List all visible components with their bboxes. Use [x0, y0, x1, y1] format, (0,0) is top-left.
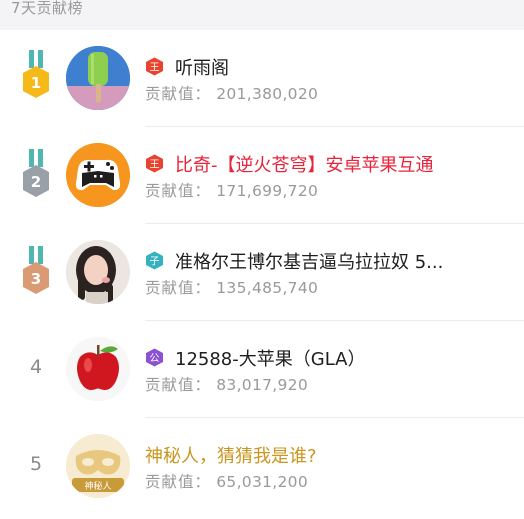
leaderboard-header: 7天贡献榜: [0, 0, 524, 30]
gamepad-avatar[interactable]: [66, 143, 130, 207]
contribution-text: 贡献值： 65,031,200: [145, 473, 308, 491]
medal-number: 1: [31, 74, 41, 92]
king-level-badge-icon: 王: [146, 57, 163, 76]
mask-avatar[interactable]: 神秘人: [66, 434, 130, 498]
contribution-text: 贡献值： 83,017,920: [145, 376, 308, 394]
contribution-value: 201,380,020: [216, 85, 319, 103]
leaderboard-row[interactable]: 3 子 准格尔王博尔基吉逼乌拉拉奴 5... 贡献值： 135,485,740: [0, 224, 524, 321]
bronze-medal-icon: 3: [23, 246, 49, 294]
svg-text:王: 王: [150, 63, 160, 74]
contribution-value: 83,017,920: [216, 376, 308, 394]
contribution-text: 贡献值： 201,380,020: [145, 85, 319, 103]
svg-text:王: 王: [150, 160, 160, 171]
medal-number: 3: [31, 270, 41, 288]
svg-text:公: 公: [150, 354, 160, 365]
leaderboard-row[interactable]: 2 王 比奇-【逆火苍穹】安卓苹果互通 贡献值： 171,699,720: [0, 127, 524, 224]
contribution-text: 贡献值： 135,485,740: [145, 279, 319, 297]
medal-number: 2: [31, 173, 41, 191]
leaderboard-title: 7天贡献榜: [11, 0, 84, 17]
apple-avatar[interactable]: [66, 337, 130, 401]
duke-level-badge-icon: 公: [146, 348, 163, 367]
member-name[interactable]: 比奇-【逆火苍穹】安卓苹果互通: [175, 151, 434, 177]
rank-number: 5: [29, 453, 43, 475]
contribution-text: 贡献值： 171,699,720: [145, 182, 319, 200]
rank-number: 4: [29, 356, 43, 378]
svg-text:子: 子: [150, 256, 160, 268]
girl-photo-avatar[interactable]: [66, 240, 130, 304]
popsicle-avatar[interactable]: [66, 46, 130, 110]
contribution-value: 65,031,200: [216, 473, 308, 491]
leaderboard-row[interactable]: 1 王 听雨阁 贡献值： 201,380,020: [0, 30, 524, 127]
member-name[interactable]: 神秘人，猜猜我是谁?: [145, 442, 317, 468]
contribution-value: 135,485,740: [216, 279, 319, 297]
member-name[interactable]: 听雨阁: [175, 54, 229, 80]
leaderboard-row[interactable]: 4 公 12588-大苹果（GLA） 贡献值： 83,017,920: [0, 321, 524, 418]
leaderboard-row[interactable]: 5 神秘人 神秘人，猜猜我是谁? 贡献值： 65,031,200: [0, 418, 524, 515]
contribution-value: 171,699,720: [216, 182, 319, 200]
king-level-badge-icon: 王: [146, 154, 163, 173]
gold-medal-icon: 1: [23, 50, 49, 98]
member-name[interactable]: 准格尔王博尔基吉逼乌拉拉奴 5...: [175, 248, 443, 274]
member-name[interactable]: 12588-大苹果（GLA）: [175, 345, 365, 371]
mask-avatar-label: 神秘人: [84, 480, 111, 492]
silver-medal-icon: 2: [23, 149, 49, 197]
prince-level-badge-icon: 子: [146, 251, 163, 270]
